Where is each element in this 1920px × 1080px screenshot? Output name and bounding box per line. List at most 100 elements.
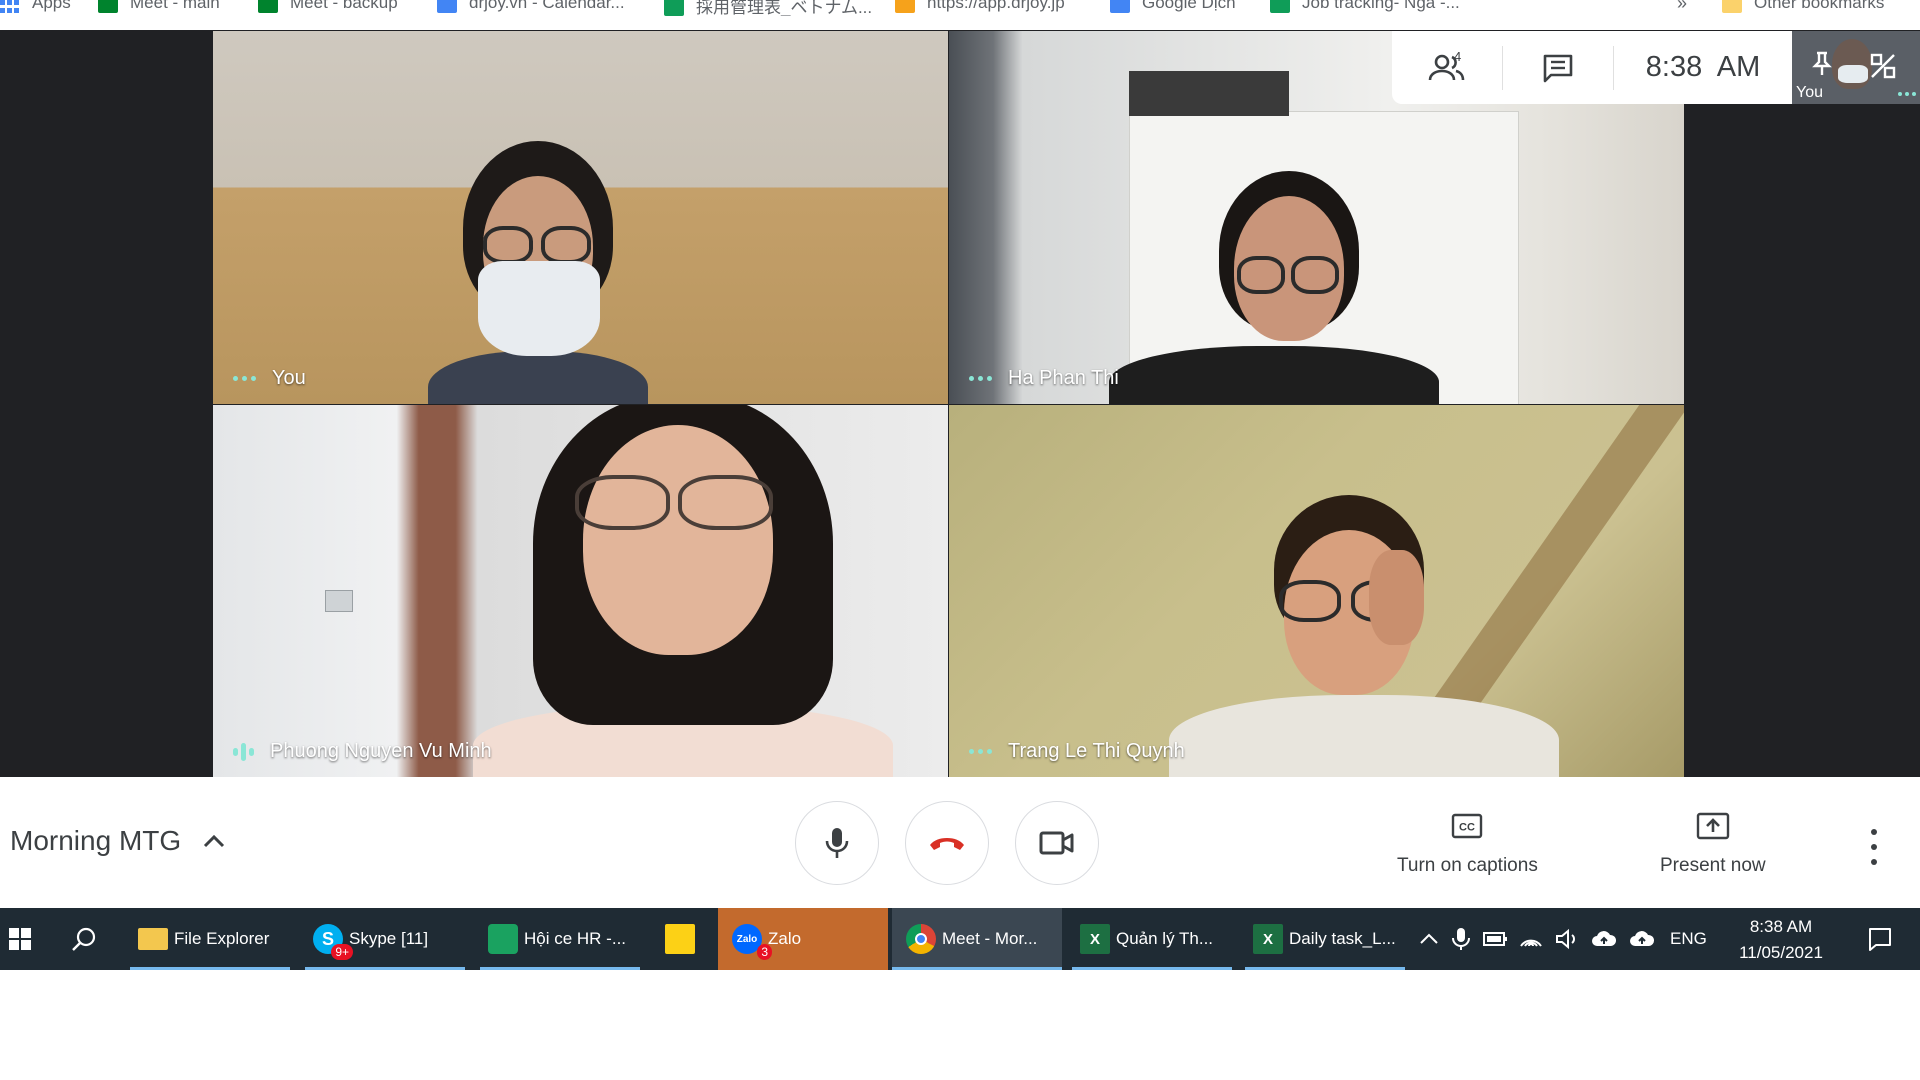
bookmark-meet-main[interactable]: Meet - main bbox=[98, 0, 220, 13]
chat-icon bbox=[1543, 54, 1573, 82]
present-now-button[interactable]: Present now bbox=[1660, 809, 1766, 877]
captions-label: Turn on captions bbox=[1397, 855, 1538, 876]
present-screen-icon bbox=[1696, 812, 1730, 840]
video-tile-trang-le-thi-quynh[interactable]: Trang Le Thi Quynh bbox=[949, 405, 1684, 777]
closed-captions-icon: CC bbox=[1452, 813, 1483, 839]
sheets-icon bbox=[664, 0, 684, 16]
action-center-button[interactable] bbox=[1852, 908, 1908, 970]
participant-name-tag: Phuong Nguyen Vu Minh bbox=[233, 740, 492, 763]
taskbar-zalo[interactable]: Zalo 3 Zalo bbox=[718, 908, 888, 970]
video-tile-you[interactable]: You bbox=[213, 31, 948, 404]
bookmark-label: Job tracking- Nga -... bbox=[1302, 0, 1460, 12]
svg-text:CC: CC bbox=[1459, 822, 1475, 834]
taskbar-sticky-notes[interactable] bbox=[655, 908, 711, 970]
start-button[interactable] bbox=[0, 908, 40, 970]
more-dots-icon bbox=[233, 376, 256, 381]
empty-area bbox=[0, 970, 1920, 1080]
bookmark-translate[interactable]: Google Dịch bbox=[1110, 0, 1236, 13]
notifications-icon bbox=[1869, 928, 1891, 951]
meet-icon bbox=[258, 0, 278, 13]
taskbar-hr-chat[interactable]: Hội ce HR -... bbox=[480, 908, 640, 970]
bookmark-label: Apps bbox=[32, 0, 71, 12]
meet-video-area: You Ha Phan Thi Phuong Nguyen Vu Minh Tr… bbox=[0, 30, 1920, 777]
translate-icon bbox=[1110, 0, 1130, 13]
volume-icon[interactable] bbox=[1554, 928, 1580, 950]
microphone-icon bbox=[825, 828, 849, 858]
bookmark-label: Google Dịch bbox=[1142, 0, 1236, 12]
bookmarks-overflow-button[interactable]: » bbox=[1677, 0, 1687, 14]
meeting-control-bar: Morning MTG CC Turn on captions Present … bbox=[0, 777, 1920, 908]
taskbar-item-label: Daily task_L... bbox=[1289, 929, 1396, 948]
battery-icon[interactable] bbox=[1482, 929, 1508, 949]
input-language-indicator[interactable]: ENG bbox=[1670, 929, 1707, 949]
chat-button[interactable] bbox=[1503, 31, 1613, 104]
participant-name: You bbox=[272, 367, 306, 389]
participant-name: Phuong Nguyen Vu Minh bbox=[270, 740, 492, 762]
notification-badge: 9+ bbox=[331, 944, 353, 960]
apps-grid-icon bbox=[0, 0, 20, 13]
bookmarks-bar: Apps Meet - main Meet - backup drjoy.vn … bbox=[0, 0, 1920, 16]
chat-icon bbox=[488, 924, 518, 954]
bookmark-drjoy[interactable]: https://app.drjoy.jp bbox=[895, 0, 1065, 13]
meeting-details-toggle[interactable]: Morning MTG bbox=[10, 825, 225, 857]
taskbar-item-label: Hội ce HR -... bbox=[524, 929, 627, 948]
minimize-self-view-icon[interactable] bbox=[1870, 53, 1896, 79]
bookmark-calendar[interactable]: drjoy.vn - Calendar... bbox=[437, 0, 625, 13]
more-options-button[interactable] bbox=[1862, 829, 1886, 865]
search-button[interactable] bbox=[56, 908, 112, 970]
folder-icon bbox=[1722, 0, 1742, 13]
system-tray: ENG bbox=[1418, 908, 1707, 970]
taskbar-file-explorer[interactable]: File Explorer bbox=[130, 908, 290, 970]
chevron-up-icon bbox=[204, 834, 225, 848]
bookmark-recruit-sheet[interactable]: 採用管理表_ベトナム... bbox=[664, 0, 872, 16]
more-vertical-icon bbox=[1871, 829, 1877, 835]
taskbar-item-label: File Explorer bbox=[174, 929, 270, 948]
participant-name: Ha Phan Thi bbox=[1008, 367, 1119, 389]
taskbar-excel-daily-task[interactable]: X Daily task_L... bbox=[1245, 908, 1405, 970]
present-label: Present now bbox=[1660, 855, 1766, 876]
taskbar-item-label: Zalo bbox=[768, 929, 802, 948]
captions-button[interactable]: CC Turn on captions bbox=[1397, 809, 1538, 877]
self-view-thumbnail[interactable]: You bbox=[1792, 31, 1920, 104]
calendar-icon bbox=[437, 0, 457, 13]
camera-button[interactable] bbox=[1015, 801, 1099, 885]
skype-icon: S 9+ bbox=[313, 924, 353, 960]
wifi-icon[interactable] bbox=[1518, 928, 1544, 950]
bookmark-other[interactable]: Other bookmarks bbox=[1722, 0, 1884, 13]
cloud-upload-icon[interactable] bbox=[1628, 928, 1656, 950]
bookmark-label: https://app.drjoy.jp bbox=[927, 0, 1065, 12]
bookmark-job-tracking[interactable]: Job tracking- Nga -... bbox=[1270, 0, 1460, 13]
microphone-button[interactable] bbox=[795, 801, 879, 885]
participant-figure bbox=[473, 405, 893, 777]
leave-call-button[interactable] bbox=[905, 801, 989, 885]
meeting-clock: 8:38 AM bbox=[1645, 51, 1761, 83]
participant-name-tag: Trang Le Thi Quynh bbox=[969, 740, 1185, 763]
microphone-icon[interactable] bbox=[1450, 926, 1472, 952]
video-tile-phuong-nguyen-vu-minh[interactable]: Phuong Nguyen Vu Minh bbox=[213, 405, 948, 777]
chrome-icon bbox=[906, 924, 936, 954]
taskbar-clock[interactable]: 8:38 AM 11/05/2021 bbox=[1716, 914, 1846, 966]
pin-icon[interactable] bbox=[1812, 51, 1832, 77]
show-everyone-button[interactable]: 4 bbox=[1392, 31, 1502, 104]
taskbar-item-label: Quản lý Th... bbox=[1116, 929, 1214, 948]
more-dots-icon bbox=[969, 376, 992, 381]
cloud-upload-icon[interactable] bbox=[1590, 928, 1618, 950]
bookmark-label: Meet - main bbox=[130, 0, 220, 12]
taskbar-skype[interactable]: S 9+ Skype [11] bbox=[305, 908, 465, 970]
participant-name-tag: You bbox=[233, 367, 306, 390]
sticky-notes-icon bbox=[665, 924, 695, 954]
more-dots-icon bbox=[969, 749, 992, 754]
bookmark-meet-backup[interactable]: Meet - backup bbox=[258, 0, 398, 13]
participant-figure bbox=[1169, 495, 1559, 777]
participant-figure bbox=[1109, 171, 1439, 404]
chevron-up-icon[interactable] bbox=[1418, 928, 1440, 950]
bookmark-apps[interactable]: Apps bbox=[0, 0, 71, 13]
clock-time: 8:38 AM bbox=[1749, 917, 1813, 936]
participant-figure bbox=[428, 141, 648, 404]
participant-name-tag: Ha Phan Thi bbox=[969, 367, 1119, 390]
taskbar-meet-chrome[interactable]: Meet - Mor... bbox=[892, 908, 1062, 970]
meeting-title: Morning MTG bbox=[10, 825, 182, 856]
taskbar-excel-quan-ly[interactable]: X Quản lý Th... bbox=[1072, 908, 1232, 970]
video-camera-icon bbox=[1039, 831, 1074, 855]
zalo-icon: Zalo 3 bbox=[732, 924, 772, 960]
